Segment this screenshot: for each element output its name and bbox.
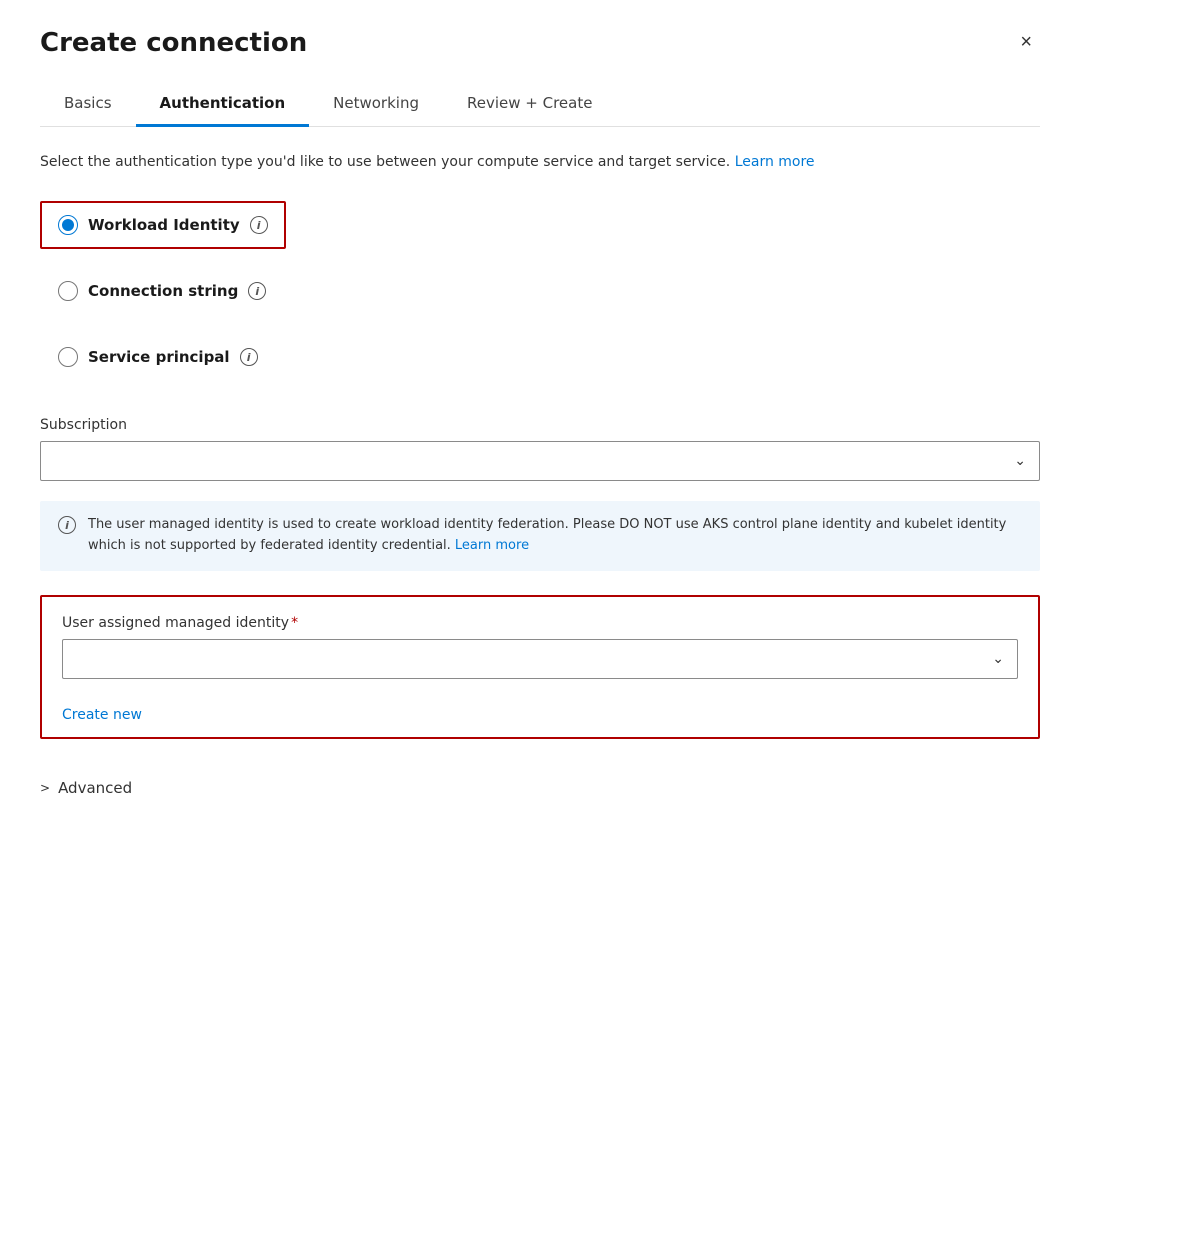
- user-identity-select[interactable]: [62, 639, 1018, 679]
- workload-identity-radio[interactable]: [58, 215, 78, 235]
- tab-networking[interactable]: Networking: [309, 82, 443, 127]
- tab-review-create[interactable]: Review + Create: [443, 82, 616, 127]
- subscription-section: Subscription ⌄: [40, 417, 1040, 481]
- info-box: i The user managed identity is used to c…: [40, 501, 1040, 571]
- tab-basics[interactable]: Basics: [40, 82, 136, 127]
- service-principal-info-icon[interactable]: i: [240, 348, 258, 366]
- create-connection-dialog: Create connection × Basics Authenticatio…: [0, 0, 1080, 1244]
- info-circle-icon: i: [58, 516, 76, 534]
- create-new-link[interactable]: Create new: [62, 707, 142, 723]
- connection-string-radio[interactable]: [58, 281, 78, 301]
- tab-authentication[interactable]: Authentication: [136, 82, 310, 127]
- service-principal-radio[interactable]: [58, 347, 78, 367]
- connection-string-info-icon[interactable]: i: [248, 282, 266, 300]
- user-identity-select-wrapper: ⌄: [62, 639, 1018, 679]
- service-principal-label: Service principal: [88, 348, 230, 366]
- workload-identity-label: Workload Identity: [88, 216, 240, 234]
- dialog-title: Create connection: [40, 28, 307, 58]
- description-learn-more-link[interactable]: Learn more: [735, 154, 815, 170]
- service-principal-box: Service principal i: [40, 333, 276, 381]
- user-identity-form-section: User assigned managed identity* ⌄: [62, 615, 1018, 679]
- close-button[interactable]: ×: [1012, 28, 1040, 56]
- info-box-icon: i: [58, 516, 76, 534]
- advanced-label: Advanced: [58, 779, 132, 797]
- dialog-header: Create connection ×: [40, 28, 1040, 58]
- advanced-chevron-icon: >: [40, 781, 50, 795]
- description-text: Select the authentication type you'd lik…: [40, 151, 1040, 173]
- connection-string-option[interactable]: Connection string i: [40, 267, 1040, 315]
- info-box-text: The user managed identity is used to cre…: [88, 515, 1022, 557]
- authentication-radio-group: Workload Identity i Connection string i …: [40, 201, 1040, 381]
- connection-string-label: Connection string: [88, 282, 238, 300]
- workload-identity-box: Workload Identity i: [40, 201, 286, 249]
- workload-identity-info-icon[interactable]: i: [250, 216, 268, 234]
- user-assigned-identity-section: User assigned managed identity* ⌄ Create…: [40, 595, 1040, 739]
- subscription-select[interactable]: [40, 441, 1040, 481]
- connection-string-box: Connection string i: [40, 267, 284, 315]
- tab-bar: Basics Authentication Networking Review …: [40, 82, 1040, 127]
- subscription-select-wrapper: ⌄: [40, 441, 1040, 481]
- info-box-learn-more-link[interactable]: Learn more: [455, 538, 529, 553]
- subscription-label: Subscription: [40, 417, 1040, 433]
- service-principal-option[interactable]: Service principal i: [40, 333, 1040, 381]
- required-star: *: [291, 615, 298, 631]
- workload-identity-option[interactable]: Workload Identity i: [40, 201, 1040, 249]
- user-identity-label: User assigned managed identity*: [62, 615, 1018, 631]
- advanced-accordion[interactable]: > Advanced: [40, 771, 1040, 805]
